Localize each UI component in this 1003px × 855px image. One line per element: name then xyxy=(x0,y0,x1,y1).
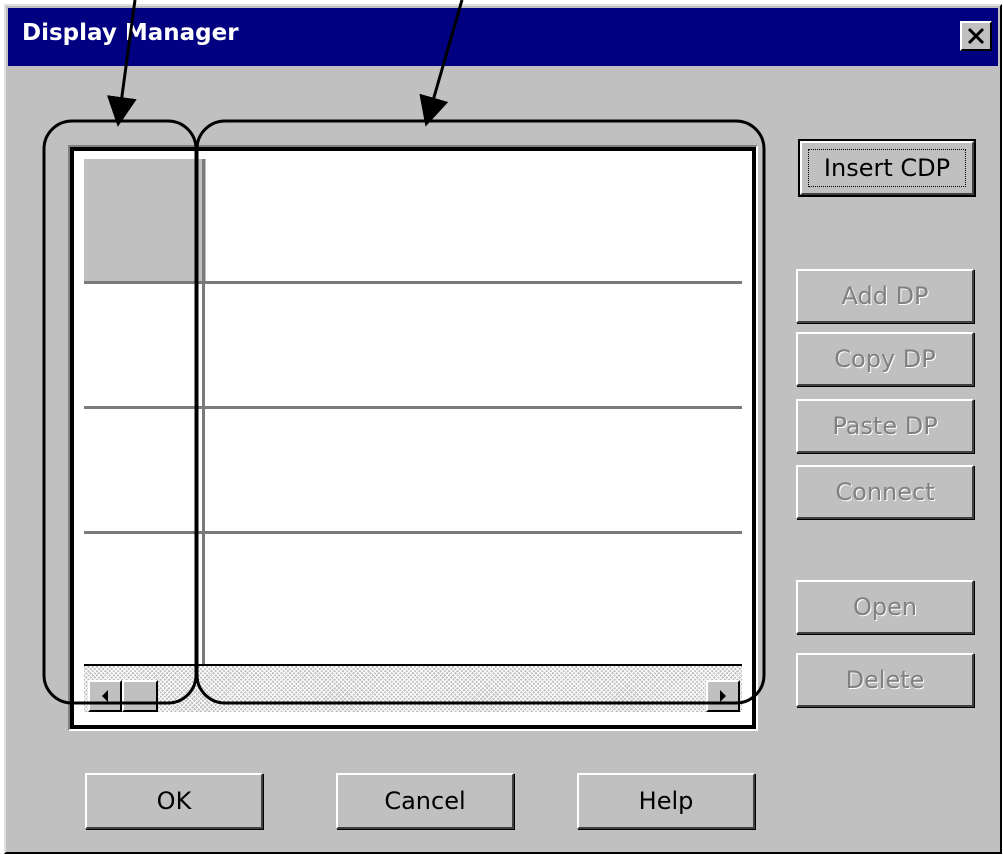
horizontal-scrollbar[interactable] xyxy=(84,664,742,712)
display-manager-dialog: Display Manager Insert CDP Add DP Copy D… xyxy=(4,4,1002,854)
focus-rectangle xyxy=(808,149,966,187)
window-title: Display Manager xyxy=(22,20,239,46)
grid-corner-header xyxy=(84,159,206,283)
close-icon xyxy=(967,27,985,45)
add-dp-button[interactable]: Add DP xyxy=(796,269,974,323)
ok-button[interactable]: OK xyxy=(85,773,263,829)
scroll-left-button[interactable] xyxy=(88,680,122,712)
delete-button[interactable]: Delete xyxy=(796,653,974,707)
insert-cdp-button[interactable]: Insert CDP xyxy=(798,139,976,197)
close-button[interactable] xyxy=(960,21,992,51)
copy-dp-button[interactable]: Copy DP xyxy=(796,332,974,386)
title-bar: Display Manager xyxy=(8,8,998,66)
add-dp-label: Add DP xyxy=(841,282,929,310)
paste-dp-label: Paste DP xyxy=(832,412,938,440)
copy-dp-label: Copy DP xyxy=(834,345,936,373)
row-divider xyxy=(84,281,742,284)
cancel-label: Cancel xyxy=(384,787,466,815)
open-button[interactable]: Open xyxy=(796,580,974,634)
grid-body[interactable] xyxy=(70,147,756,729)
scroll-right-button[interactable] xyxy=(706,680,740,712)
scroll-left-arrow-icon xyxy=(102,690,108,702)
connect-label: Connect xyxy=(835,478,935,506)
display-grid xyxy=(68,145,758,731)
open-label: Open xyxy=(852,593,918,621)
scroll-thumb[interactable] xyxy=(122,680,158,712)
scroll-right-arrow-icon xyxy=(720,690,726,702)
paste-dp-button[interactable]: Paste DP xyxy=(796,399,974,453)
cancel-button[interactable]: Cancel xyxy=(336,773,514,829)
connect-button[interactable]: Connect xyxy=(796,465,974,519)
help-label: Help xyxy=(638,787,694,815)
row-divider xyxy=(84,531,742,534)
help-button[interactable]: Help xyxy=(577,773,755,829)
ok-label: OK xyxy=(156,787,192,815)
row-divider xyxy=(84,406,742,409)
delete-label: Delete xyxy=(845,666,925,694)
column-divider xyxy=(202,159,205,664)
